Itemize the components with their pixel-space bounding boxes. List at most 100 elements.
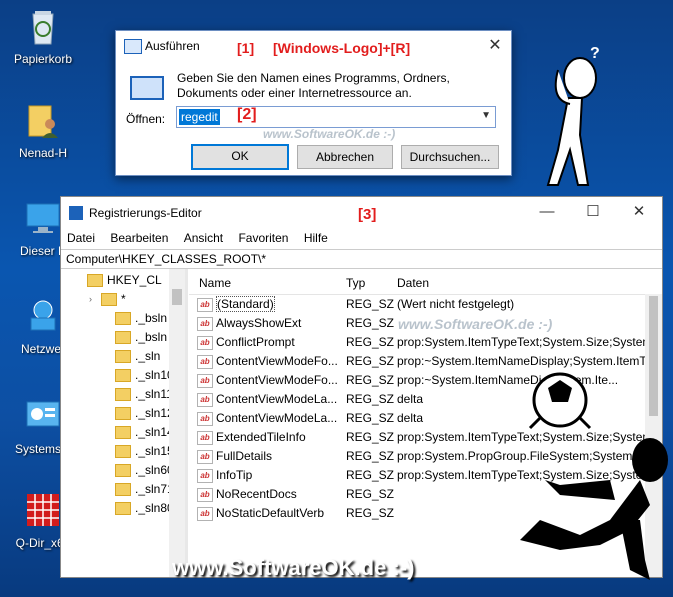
tree-item-label: ._sln11 [135,387,173,401]
tree-item[interactable]: ._sln11 [115,385,173,404]
value-type: REG_SZ [346,316,395,330]
tree-item[interactable]: ._sln60 [115,461,174,480]
desktop-icon-label: Papierkorb [13,52,73,66]
tree-item-label: ._sln10 [135,368,174,382]
address-bar[interactable]: Computer\HKEY_CLASSES_ROOT\* [61,249,662,269]
tree-item[interactable]: ._sln15 [115,442,174,461]
tree-item[interactable]: ._sln [115,347,160,366]
recycle-bin-icon [32,11,54,45]
cancel-button[interactable]: Abbrechen [297,145,393,169]
tree-scrollbar[interactable] [169,269,185,577]
control-panel-icon [26,401,60,427]
maximize-button[interactable]: ☐ [570,197,616,229]
menu-datei[interactable]: Datei [61,229,101,245]
value-name: ab FullDetails [197,447,342,466]
value-name: ab ContentViewModeLa... [197,409,342,428]
desktop-icon-label: Nenad-H [18,146,68,160]
watermark-footer: www.SoftwareOK.de :-) [172,555,415,580]
annotation-step2: [2] [237,106,257,123]
string-value-icon: ab [197,468,213,483]
column-header-name[interactable]: Name [199,276,231,290]
menu-favoriten[interactable]: Favoriten [232,229,294,245]
desktop-icon-recycle-bin[interactable]: Papierkorb [0,6,86,66]
minimize-button[interactable]: — [524,197,570,229]
string-value-icon: ab [197,411,213,426]
tree-item-label: ._sln12 [135,406,174,420]
folder-icon [115,331,131,345]
run-app-icon [130,76,164,100]
open-value: regedit [179,109,220,125]
value-type: REG_SZ [346,354,395,368]
football-player-illustration [520,372,668,580]
folder-icon [115,388,131,402]
tree-item[interactable]: ._bsln [115,309,167,328]
watermark-small: www.SoftwareOK.de :-) [263,127,396,141]
folder-icon [115,407,131,421]
value-name: ab ContentViewModeLa... [197,390,342,409]
value-type: REG_SZ [346,297,395,311]
tree-item[interactable]: ._bsln [115,328,167,347]
folder-icon [101,293,117,307]
folder-icon [87,274,103,288]
folder-icon [115,426,131,440]
table-row[interactable]: ab ContentViewModeFo... REG_SZ prop:~System… [189,352,662,371]
svg-text:?: ? [590,45,600,62]
value-name: ab (Standard) [197,295,342,314]
value-name: ab AlwaysShowExt [197,314,342,333]
string-value-icon: ab [197,297,213,312]
table-row[interactable]: ab ConflictPrompt REG_SZ prop:System.ItemTy… [189,333,662,352]
close-button[interactable]: ✕ [616,197,662,229]
tree-item[interactable]: ._sln14 [115,423,174,442]
value-type: REG_SZ [346,392,395,406]
menu-hilfe[interactable]: Hilfe [298,229,334,245]
string-value-icon: ab [197,430,213,445]
tree-item-label: ._sln80 [135,501,174,515]
folder-icon [115,445,131,459]
folder-icon [115,464,131,478]
tree-item[interactable]: HKEY_CL [87,271,162,290]
regedit-icon [69,206,83,220]
key-tree: HKEY_CL › * ._bsln ._bsln ._sln ._sln10 .… [61,269,188,577]
menu-ansicht[interactable]: Ansicht [178,229,229,245]
column-header-type[interactable]: Typ [346,276,365,290]
regedit-title: Registrierungs-Editor [89,206,202,220]
value-type: REG_SZ [346,487,395,501]
value-name: ab InfoTip [197,466,342,485]
menu-bar: Datei Bearbeiten Ansicht Favoriten Hilfe [61,229,662,249]
tree-item-label: ._sln15 [135,444,174,458]
tree-item-label: ._sln60 [135,463,174,477]
user-folder-icon [28,105,58,138]
tree-item-label: HKEY_CL [107,273,162,287]
tree-item-label: ._bsln [135,311,168,325]
computer-icon [26,203,60,233]
column-header-data[interactable]: Daten [397,276,429,290]
value-name: ab ConflictPrompt [197,333,342,352]
chevron-right-icon[interactable]: › [89,290,92,309]
table-row[interactable]: ab (Standard) REG_SZ (Wert nicht festgelegt… [189,295,662,314]
tree-item[interactable]: ._sln10 [115,366,174,385]
tree-item[interactable]: ._sln12 [115,404,174,423]
annotation-step3: [3] [358,206,377,223]
browse-button[interactable]: Durchsuchen... [401,145,499,169]
value-data: prop:~System.ItemNameDisplay;System.Item… [397,354,647,368]
menu-bearbeiten[interactable]: Bearbeiten [104,229,174,245]
string-value-icon: ab [197,373,213,388]
folder-icon [115,350,131,364]
string-value-icon: ab [197,506,213,521]
open-combobox[interactable]: regedit ▼ [176,106,496,128]
close-button[interactable]: ✕ [479,31,511,61]
tree-item[interactable]: › * [89,290,126,309]
chevron-down-icon[interactable]: ▼ [481,110,491,121]
value-data: (Wert nicht festgelegt) [397,297,515,311]
tree-item-label: ._sln71 [135,482,174,496]
ok-button[interactable]: OK [191,144,289,170]
tree-item[interactable]: ._sln71 [115,480,174,499]
tree-item-label: ._sln [135,349,161,363]
string-value-icon: ab [197,392,213,407]
scroll-thumb[interactable] [172,289,182,305]
run-title: Ausführen [145,39,200,53]
desktop-icon-user-folder[interactable]: Nenad-H [0,100,86,160]
tree-item[interactable]: ._sln80 [115,499,174,518]
run-prompt: Geben Sie den Namen eines Programms, Ord… [177,71,450,100]
value-type: REG_SZ [346,411,395,425]
